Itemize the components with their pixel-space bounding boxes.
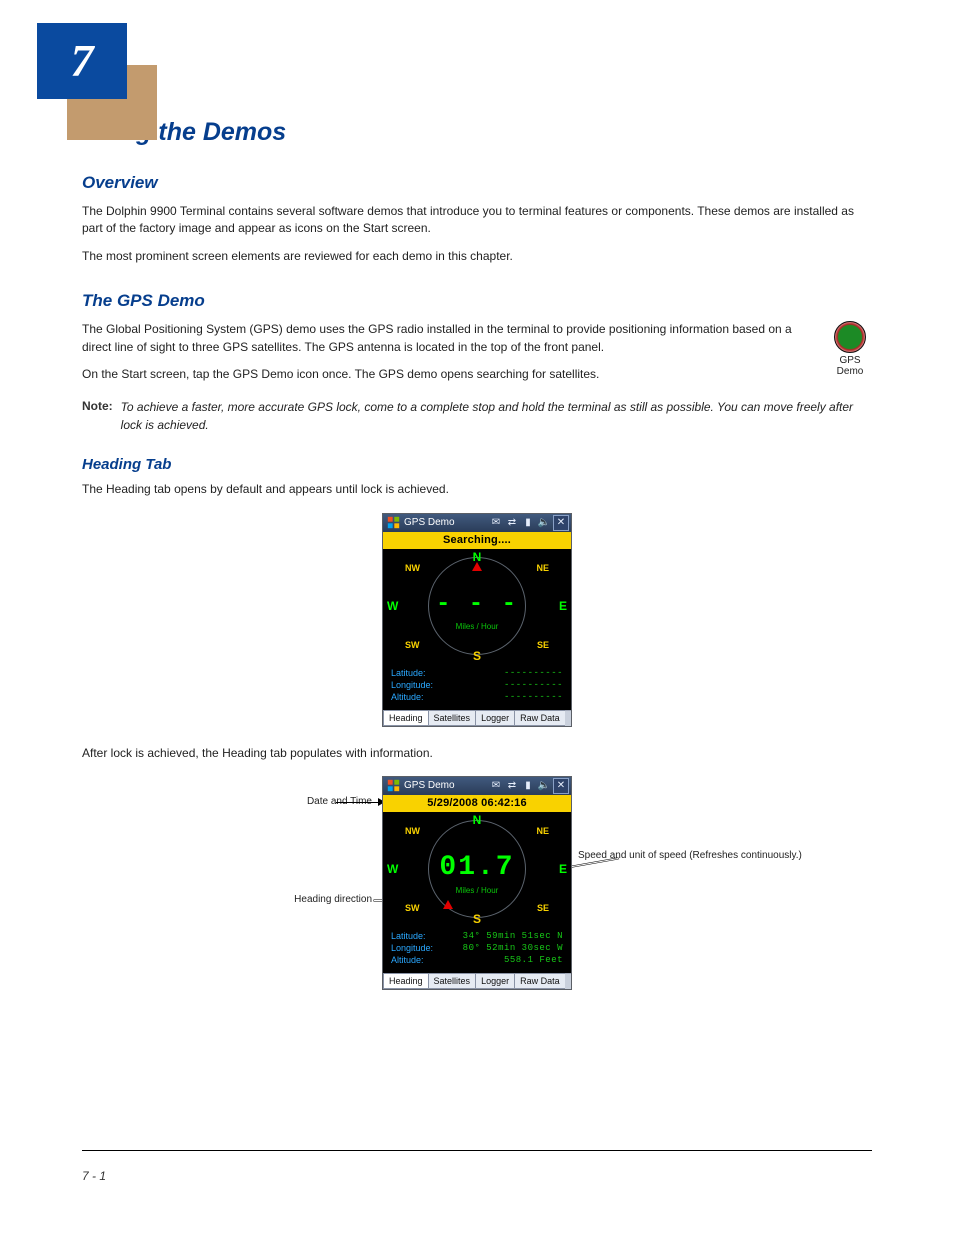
status-bar: 5/29/2008 06:42:16 [383, 795, 571, 812]
status-bar: Searching.... [383, 532, 571, 549]
value-latitude: 34° 59min 51sec N [463, 931, 563, 941]
label-latitude: Latitude: [391, 668, 426, 678]
tab-logger[interactable]: Logger [475, 710, 515, 726]
compass-dir-se: SE [537, 903, 549, 913]
compass-dir-s: S [473, 912, 481, 926]
value-latitude: ---------- [504, 668, 563, 678]
compass-dir-se: SE [537, 640, 549, 650]
tab-filler [565, 973, 571, 989]
note-text: To achieve a faster, more accurate GPS l… [121, 399, 872, 434]
label-altitude: Altitude: [391, 955, 424, 965]
para-heading-tab: The Heading tab opens by default and app… [82, 481, 872, 498]
compass-dir-w: W [387, 599, 398, 613]
compass-dir-sw: SW [405, 640, 420, 650]
speaker-icon: 🔈 [537, 779, 551, 793]
label-longitude: Longitude: [391, 943, 433, 953]
gps-demo-icon [834, 321, 866, 353]
speed-unit: Miles / Hour [456, 622, 499, 631]
label-altitude: Altitude: [391, 692, 424, 702]
compass-dir-nw: NW [405, 563, 420, 573]
page-number: 7 - 1 [82, 1169, 106, 1183]
gps-demo-icon-label: GPS Demo [828, 355, 872, 377]
speed-unit: Miles / Hour [456, 886, 499, 895]
page: 7 Using the Demos Overview The Dolphin 9… [0, 0, 954, 1235]
tab-heading[interactable]: Heading [383, 710, 429, 726]
titlebar-text: GPS Demo [404, 780, 455, 791]
tab-bar: Heading Satellites Logger Raw Data [383, 710, 571, 726]
compass-dir-ne: NE [536, 563, 549, 573]
screenshot-2-wrap: Date and Time Speed and unit of speed (R… [82, 776, 872, 990]
para-gps-2: On the Start screen, tap the GPS Demo ic… [82, 366, 872, 383]
annotation-heading: Heading direction [277, 894, 372, 905]
screenshot-1-wrap: GPS Demo ✉ ⇄ ▮ 🔈 ✕ Searching.... N NE E … [82, 513, 872, 727]
chapter-number: 7 [37, 23, 127, 99]
annotation-arrow-1 [336, 802, 380, 803]
value-altitude: 558.1 Feet [504, 955, 563, 965]
compass: N NE E SE S SW W NW 01.7 Miles / Hour [383, 812, 571, 927]
tab-satellites[interactable]: Satellites [428, 710, 477, 726]
label-longitude: Longitude: [391, 680, 433, 690]
heading-overview: Overview [82, 173, 872, 193]
value-longitude: ---------- [504, 680, 563, 690]
compass-dir-e: E [559, 599, 567, 613]
compass-dir-e: E [559, 862, 567, 876]
para-overview-2: The most prominent screen elements are r… [82, 248, 872, 265]
tab-raw-data[interactable]: Raw Data [514, 973, 566, 989]
annotation-speed: Speed and unit of speed (Refreshes conti… [578, 850, 678, 861]
tab-logger[interactable]: Logger [475, 973, 515, 989]
value-longitude: 80° 52min 30sec W [463, 943, 563, 953]
compass-dir-n: N [473, 813, 482, 827]
device-screenshot-2: GPS Demo ✉ ⇄ ▮ 🔈 ✕ 5/29/2008 06:42:16 N … [382, 776, 572, 990]
value-altitude: ---------- [504, 692, 563, 702]
readouts: Latitude: ---------- Longitude: ----------… [383, 664, 571, 710]
device-screenshot-1: GPS Demo ✉ ⇄ ▮ 🔈 ✕ Searching.... N NE E … [382, 513, 572, 727]
windows-logo-icon [387, 516, 400, 529]
compass-dir-w: W [387, 862, 398, 876]
windows-logo-icon [387, 779, 400, 792]
sync-icon: ⇄ [505, 516, 519, 530]
mail-icon: ✉ [489, 779, 503, 793]
label-latitude: Latitude: [391, 931, 426, 941]
compass-dir-nw: NW [405, 826, 420, 836]
mail-icon: ✉ [489, 516, 503, 530]
tab-satellites[interactable]: Satellites [428, 973, 477, 989]
titlebar: GPS Demo ✉ ⇄ ▮ 🔈 ✕ [383, 777, 571, 795]
titlebar-text: GPS Demo [404, 517, 455, 528]
main-content: Using the Demos Overview The Dolphin 990… [82, 0, 872, 990]
note: Note: To achieve a faster, more accurate… [82, 399, 872, 434]
tab-heading[interactable]: Heading [383, 973, 429, 989]
para-after-lock: After lock is achieved, the Heading tab … [82, 745, 872, 762]
gps-demo-icon-figure: GPS Demo [828, 321, 872, 377]
compass-dir-ne: NE [536, 826, 549, 836]
compass-dir-sw: SW [405, 903, 420, 913]
titlebar: GPS Demo ✉ ⇄ ▮ 🔈 ✕ [383, 514, 571, 532]
close-icon[interactable]: ✕ [553, 515, 569, 531]
tab-bar: Heading Satellites Logger Raw Data [383, 973, 571, 989]
speed-readout: 01.7 [439, 852, 514, 883]
page-title: Using the Demos [82, 118, 872, 147]
compass-needle-icon [443, 900, 453, 909]
speaker-icon: 🔈 [537, 516, 551, 530]
compass: N NE E SE S SW W NW - - - Miles / Hour [383, 549, 571, 664]
close-icon[interactable]: ✕ [553, 778, 569, 794]
para-overview-1: The Dolphin 9900 Terminal contains sever… [82, 203, 872, 238]
para-gps-1: The Global Positioning System (GPS) demo… [82, 321, 872, 356]
chapter-badge: 7 [37, 23, 157, 117]
heading-gps-demo: The GPS Demo [82, 291, 872, 311]
speed-readout: - - - [436, 591, 518, 618]
heading-heading-tab: Heading Tab [82, 456, 872, 473]
signal-icon: ▮ [521, 779, 535, 793]
compass-dir-n: N [473, 550, 482, 564]
tab-filler [565, 710, 571, 726]
footer-rule [82, 1150, 872, 1151]
readouts: Latitude: 34° 59min 51sec N Longitude: 80°… [383, 927, 571, 973]
note-label: Note: [82, 399, 113, 434]
compass-dir-s: S [473, 649, 481, 663]
signal-icon: ▮ [521, 516, 535, 530]
tab-raw-data[interactable]: Raw Data [514, 710, 566, 726]
sync-icon: ⇄ [505, 779, 519, 793]
screenshot-2-annotated: Date and Time Speed and unit of speed (R… [382, 776, 572, 990]
